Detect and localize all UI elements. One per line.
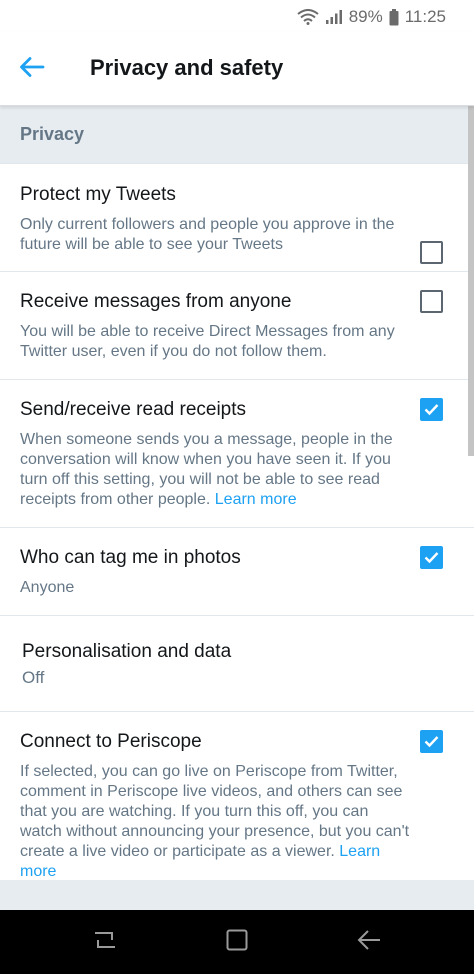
learn-more-link[interactable]: Learn more	[215, 491, 297, 508]
home-icon	[225, 928, 249, 957]
setting-description: When someone sends you a message, people…	[20, 430, 412, 510]
scrollbar-thumb[interactable]	[468, 106, 474, 456]
home-button[interactable]	[220, 926, 254, 958]
setting-title: Receive messages from anyone	[20, 291, 292, 312]
setting-title: Connect to Periscope	[20, 731, 202, 752]
battery-icon	[389, 8, 399, 26]
setting-description: Off	[22, 668, 45, 687]
setting-description: Anyone	[20, 579, 75, 596]
setting-description: You will be able to receive Direct Messa…	[20, 323, 395, 360]
setting-title: Who can tag me in photos	[20, 547, 241, 568]
status-time: 11:25	[404, 7, 446, 26]
setting-description: If selected, you can go live on Periscop…	[20, 762, 412, 882]
page-title: Privacy and safety	[90, 55, 284, 80]
recent-apps-icon	[92, 929, 118, 956]
setting-periscope[interactable]: Connect to Periscope If selected, you ca…	[0, 712, 474, 880]
setting-description: Only current followers and people you ap…	[20, 216, 395, 253]
section-footer	[0, 880, 474, 910]
setting-title: Protect my Tweets	[20, 184, 176, 205]
section-header-privacy: Privacy	[0, 106, 474, 164]
setting-title: Personalisation and data	[22, 641, 232, 662]
photo-tagging-checkbox[interactable]	[420, 546, 443, 569]
setting-receive-messages[interactable]: Receive messages from anyone You will be…	[0, 272, 474, 380]
system-back-button[interactable]	[352, 926, 386, 958]
navigation-bar	[0, 910, 474, 974]
setting-read-receipts[interactable]: Send/receive read receipts When someone …	[0, 380, 474, 528]
receive-messages-checkbox[interactable]	[420, 290, 443, 313]
setting-personalisation[interactable]: Personalisation and data Off	[0, 616, 474, 712]
status-bar: 89% 11:25	[0, 0, 474, 32]
checkmark-icon	[424, 736, 439, 748]
arrow-left-icon	[19, 56, 45, 83]
read-receipts-checkbox[interactable]	[420, 398, 443, 421]
back-button[interactable]	[14, 51, 50, 87]
checkmark-icon	[424, 552, 439, 564]
back-icon	[356, 929, 382, 956]
setting-title: Send/receive read receipts	[20, 399, 247, 420]
status-icons: 89% 11:25	[297, 6, 446, 28]
settings-list[interactable]: Privacy Protect my Tweets Only current f…	[0, 106, 474, 910]
setting-protect-tweets[interactable]: Protect my Tweets Only current followers…	[0, 164, 474, 272]
setting-photo-tagging[interactable]: Who can tag me in photos Anyone	[0, 528, 474, 616]
signal-icon	[325, 9, 343, 25]
periscope-checkbox[interactable]	[420, 730, 443, 753]
setting-description-text: When someone sends you a message, people…	[20, 431, 393, 508]
scrollbar[interactable]	[468, 106, 474, 910]
wifi-icon	[297, 9, 319, 25]
app-bar: Privacy and safety	[0, 32, 474, 106]
battery-percent: 89%	[348, 7, 383, 26]
recent-apps-button[interactable]	[88, 926, 122, 958]
protect-tweets-checkbox[interactable]	[420, 241, 443, 264]
checkmark-icon	[424, 404, 439, 416]
